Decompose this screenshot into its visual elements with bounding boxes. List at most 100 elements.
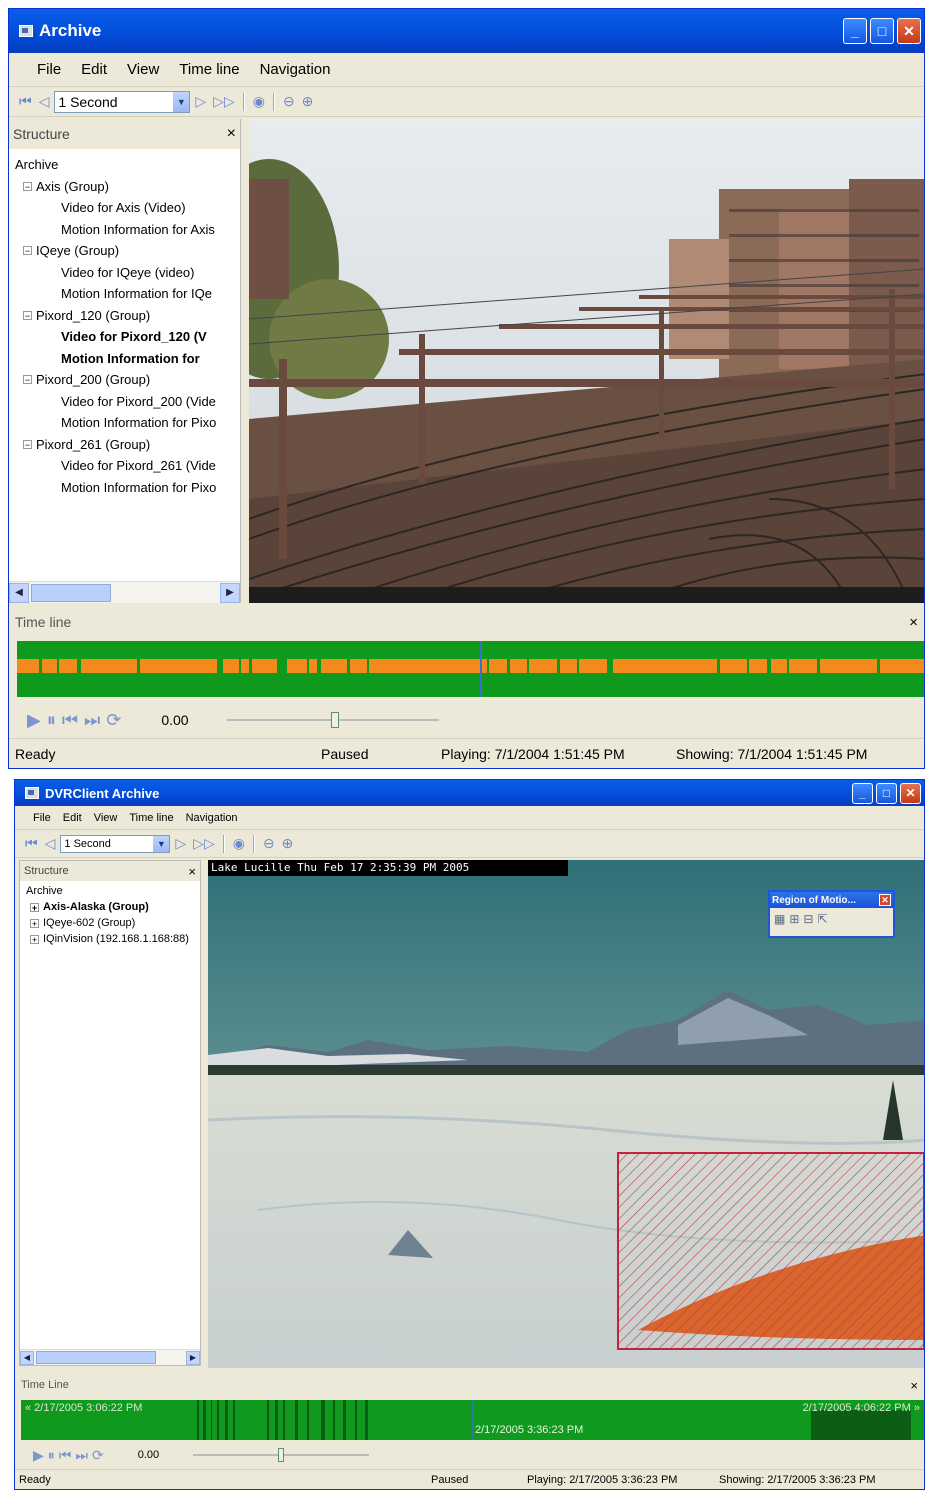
skip-end-icon[interactable]: ⏭	[84, 710, 100, 731]
tree-item[interactable]: Motion Information for Axis	[61, 222, 215, 237]
tree-item[interactable]: Motion Information for	[61, 351, 200, 366]
collapse-icon[interactable]: −	[23, 310, 32, 320]
video-frame[interactable]: Lake Lucille Thu Feb 17 2:35:39 PM 2005 …	[208, 860, 924, 1368]
scroll-left-icon[interactable]: ◀	[20, 1350, 34, 1365]
close-icon[interactable]: ×	[910, 1378, 918, 1393]
expand-icon[interactable]: +	[30, 934, 39, 944]
menu-file[interactable]: File	[27, 61, 71, 78]
horizontal-scrollbar[interactable]: ◀ ▶	[20, 1349, 200, 1365]
timeline-start[interactable]: « 2/17/2005 3:06:22 PM	[25, 1402, 142, 1414]
slider-thumb[interactable]	[278, 1448, 285, 1462]
tree-item[interactable]: Archive	[15, 157, 58, 172]
close-icon[interactable]: ✕	[879, 894, 891, 906]
region-toolbar-title[interactable]: Region of Motio... ✕	[770, 892, 893, 908]
horizontal-scrollbar[interactable]: ◀ ▶	[9, 581, 240, 603]
interval-select[interactable]: 1 Second ▼	[54, 90, 191, 113]
menu-view[interactable]: View	[88, 812, 124, 824]
collapse-icon[interactable]: −	[23, 439, 32, 449]
scroll-right-icon[interactable]: ▶	[186, 1350, 200, 1365]
expand-icon[interactable]: +	[30, 902, 39, 912]
maximize-button[interactable]: □	[876, 782, 897, 804]
menu-navigation[interactable]: Navigation	[180, 812, 244, 824]
close-icon[interactable]: ×	[909, 614, 918, 631]
tree-item[interactable]: − IQeye (Group)	[23, 243, 119, 258]
tree-item[interactable]: Video for Pixord_261 (Vide	[61, 458, 216, 473]
minimize-button[interactable]: _	[843, 18, 867, 44]
fast-forward-icon[interactable]: ▷▷	[211, 93, 237, 110]
tree-item[interactable]: Motion Information for IQe	[61, 286, 212, 301]
tree-item[interactable]: Video for Axis (Video)	[61, 200, 186, 215]
tree-item[interactable]: − Pixord_261 (Group)	[23, 437, 150, 452]
tree-item[interactable]: + IQinVision (192.168.1.168:88)	[30, 933, 189, 945]
collapse-icon[interactable]: −	[23, 375, 32, 385]
camera-icon[interactable]: ◉	[251, 93, 267, 110]
fast-forward-icon[interactable]: ▷▷	[191, 835, 217, 852]
step-forward-icon[interactable]: ▷	[193, 93, 208, 110]
pointer-icon[interactable]: ⇱	[817, 912, 827, 926]
chevron-down-icon[interactable]: ▼	[173, 91, 190, 112]
tree-item[interactable]: Video for Pixord_120 (V	[61, 329, 207, 344]
menu-file[interactable]: File	[27, 812, 57, 824]
title-bar[interactable]: DVRClient Archive _ □ ✕	[15, 780, 924, 806]
menu-navigation[interactable]: Navigation	[250, 61, 341, 78]
add-region-icon[interactable]: ⊞	[789, 912, 799, 926]
refresh-icon[interactable]: ⟳	[106, 710, 121, 731]
pause-icon[interactable]: ⏸	[48, 1447, 55, 1464]
chevron-down-icon[interactable]: ▼	[153, 835, 170, 852]
play-icon[interactable]: ▶	[33, 1447, 44, 1464]
maximize-button[interactable]: □	[870, 18, 894, 44]
collapse-icon[interactable]: −	[23, 181, 32, 191]
close-icon[interactable]: ×	[188, 864, 196, 879]
zoom-in-icon[interactable]: ⊕	[300, 93, 316, 110]
tree-item[interactable]: Video for Pixord_200 (Vide	[61, 394, 216, 409]
skip-end-icon[interactable]: ⏭	[75, 1447, 88, 1464]
skip-start-icon[interactable]: ⏮	[59, 1447, 72, 1464]
zoom-in-icon[interactable]: ⊕	[280, 835, 296, 852]
tree-item[interactable]: − Pixord_120 (Group)	[23, 308, 150, 323]
close-button[interactable]: ✕	[897, 18, 921, 44]
scroll-left-icon[interactable]: ◀	[9, 582, 29, 603]
step-back-icon[interactable]: ◁	[37, 93, 52, 110]
tree-item[interactable]: − Pixord_200 (Group)	[23, 372, 150, 387]
scroll-right-icon[interactable]: ▶	[220, 582, 240, 603]
menu-timeline[interactable]: Time line	[169, 61, 249, 78]
collapse-icon[interactable]: −	[23, 246, 32, 256]
rewind-icon[interactable]: ⏮	[17, 93, 34, 110]
scroll-thumb[interactable]	[36, 1351, 156, 1364]
tree-item[interactable]: Motion Information for Pixo	[61, 480, 216, 495]
rewind-icon[interactable]: ⏮	[23, 835, 40, 852]
timeline-end[interactable]: 2/17/2005 4:06:22 PM »	[803, 1402, 920, 1414]
menu-edit[interactable]: Edit	[57, 812, 88, 824]
play-icon[interactable]: ▶	[27, 710, 41, 731]
playback-slider[interactable]	[226, 712, 439, 728]
close-button[interactable]: ✕	[900, 782, 921, 804]
title-bar[interactable]: Archive _ □ ✕	[9, 9, 924, 53]
tree-item[interactable]: + IQeye-602 (Group)	[30, 917, 135, 929]
expand-icon[interactable]: +	[30, 918, 39, 928]
pause-icon[interactable]: ⏸	[47, 710, 56, 731]
tree-item[interactable]: Motion Information for Pixo	[61, 415, 216, 430]
minimize-button[interactable]: _	[852, 782, 873, 804]
tree-item[interactable]: Archive	[26, 885, 63, 897]
timeline-track[interactable]	[17, 641, 924, 697]
video-frame[interactable]	[249, 119, 924, 603]
zoom-out-icon[interactable]: ⊖	[261, 835, 277, 852]
zoom-out-icon[interactable]: ⊖	[281, 93, 297, 110]
skip-start-icon[interactable]: ⏮	[62, 710, 78, 731]
menu-edit[interactable]: Edit	[71, 61, 117, 78]
tree-item[interactable]: Video for IQeye (video)	[61, 265, 194, 280]
close-icon[interactable]: ×	[227, 125, 236, 143]
interval-select[interactable]: 1 Second ▼	[60, 834, 171, 853]
scroll-thumb[interactable]	[31, 583, 111, 602]
playback-slider[interactable]	[193, 1448, 370, 1462]
menu-timeline[interactable]: Time line	[123, 812, 179, 824]
camera-icon[interactable]: ◉	[231, 835, 247, 852]
slider-thumb[interactable]	[330, 712, 339, 728]
tree-item[interactable]: + Axis-Alaska (Group)	[30, 901, 149, 913]
tree-item[interactable]: − Axis (Group)	[23, 179, 109, 194]
refresh-icon[interactable]: ⟳	[92, 1447, 104, 1464]
select-region-icon[interactable]: ▦	[774, 912, 785, 926]
step-forward-icon[interactable]: ▷	[173, 835, 188, 852]
timeline-track[interactable]: « 2/17/2005 3:06:22 PM 2/17/2005 4:06:22…	[21, 1400, 924, 1440]
step-back-icon[interactable]: ◁	[43, 835, 58, 852]
